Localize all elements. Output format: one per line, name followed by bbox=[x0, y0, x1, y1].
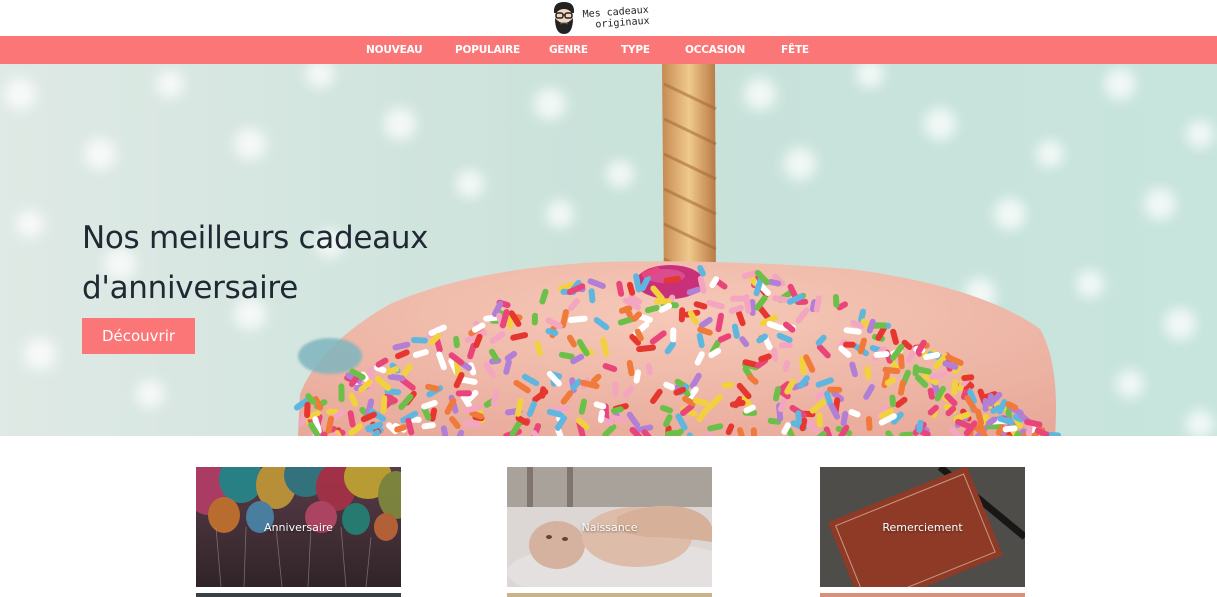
category-card-anniversaire[interactable]: Anniversaire bbox=[196, 467, 401, 587]
nav-item-type[interactable]: TYPE bbox=[621, 36, 650, 64]
category-card-remerciement[interactable]: Remerciement bbox=[820, 467, 1025, 587]
hero-title-line-1: Nos meilleurs cadeaux bbox=[82, 219, 429, 256]
category-label-naissance: Naissance bbox=[581, 520, 638, 534]
nav-item-genre[interactable]: GENRE bbox=[549, 36, 588, 64]
category-card-partial[interactable] bbox=[820, 593, 1025, 597]
logo-text: Mes cadeaux originaux bbox=[582, 5, 650, 32]
category-card-partial[interactable] bbox=[196, 593, 401, 597]
hero-title: Nos meilleurs cadeaux d'anniversaire bbox=[82, 213, 502, 313]
category-card-naissance[interactable]: Naissance bbox=[507, 467, 712, 587]
site-header: Mes cadeaux originaux bbox=[0, 0, 1217, 36]
discover-button[interactable]: Découvrir bbox=[82, 318, 195, 354]
site-logo[interactable]: Mes cadeaux originaux bbox=[550, 1, 650, 35]
bearded-man-icon bbox=[554, 2, 574, 34]
category-card-partial[interactable] bbox=[507, 593, 712, 597]
category-label-anniversaire: Anniversaire bbox=[264, 520, 333, 534]
nav-item-occasion[interactable]: OCCASION bbox=[685, 36, 745, 64]
hero-banner: Nos meilleurs cadeaux d'anniversaire Déc… bbox=[0, 64, 1217, 436]
category-label-remerciement: Remerciement bbox=[882, 520, 963, 534]
nav-item-populaire[interactable]: POPULAIRE bbox=[455, 36, 520, 64]
hero-title-line-2: d'anniversaire bbox=[82, 269, 298, 306]
logo-line-2: originaux bbox=[595, 15, 650, 31]
nav-item-fete[interactable]: FÊTE bbox=[781, 36, 809, 64]
nav-item-nouveau[interactable]: NOUVEAU bbox=[366, 36, 423, 64]
main-navigation: NOUVEAU POPULAIRE GENRE TYPE OCCASION FÊ… bbox=[0, 36, 1217, 64]
